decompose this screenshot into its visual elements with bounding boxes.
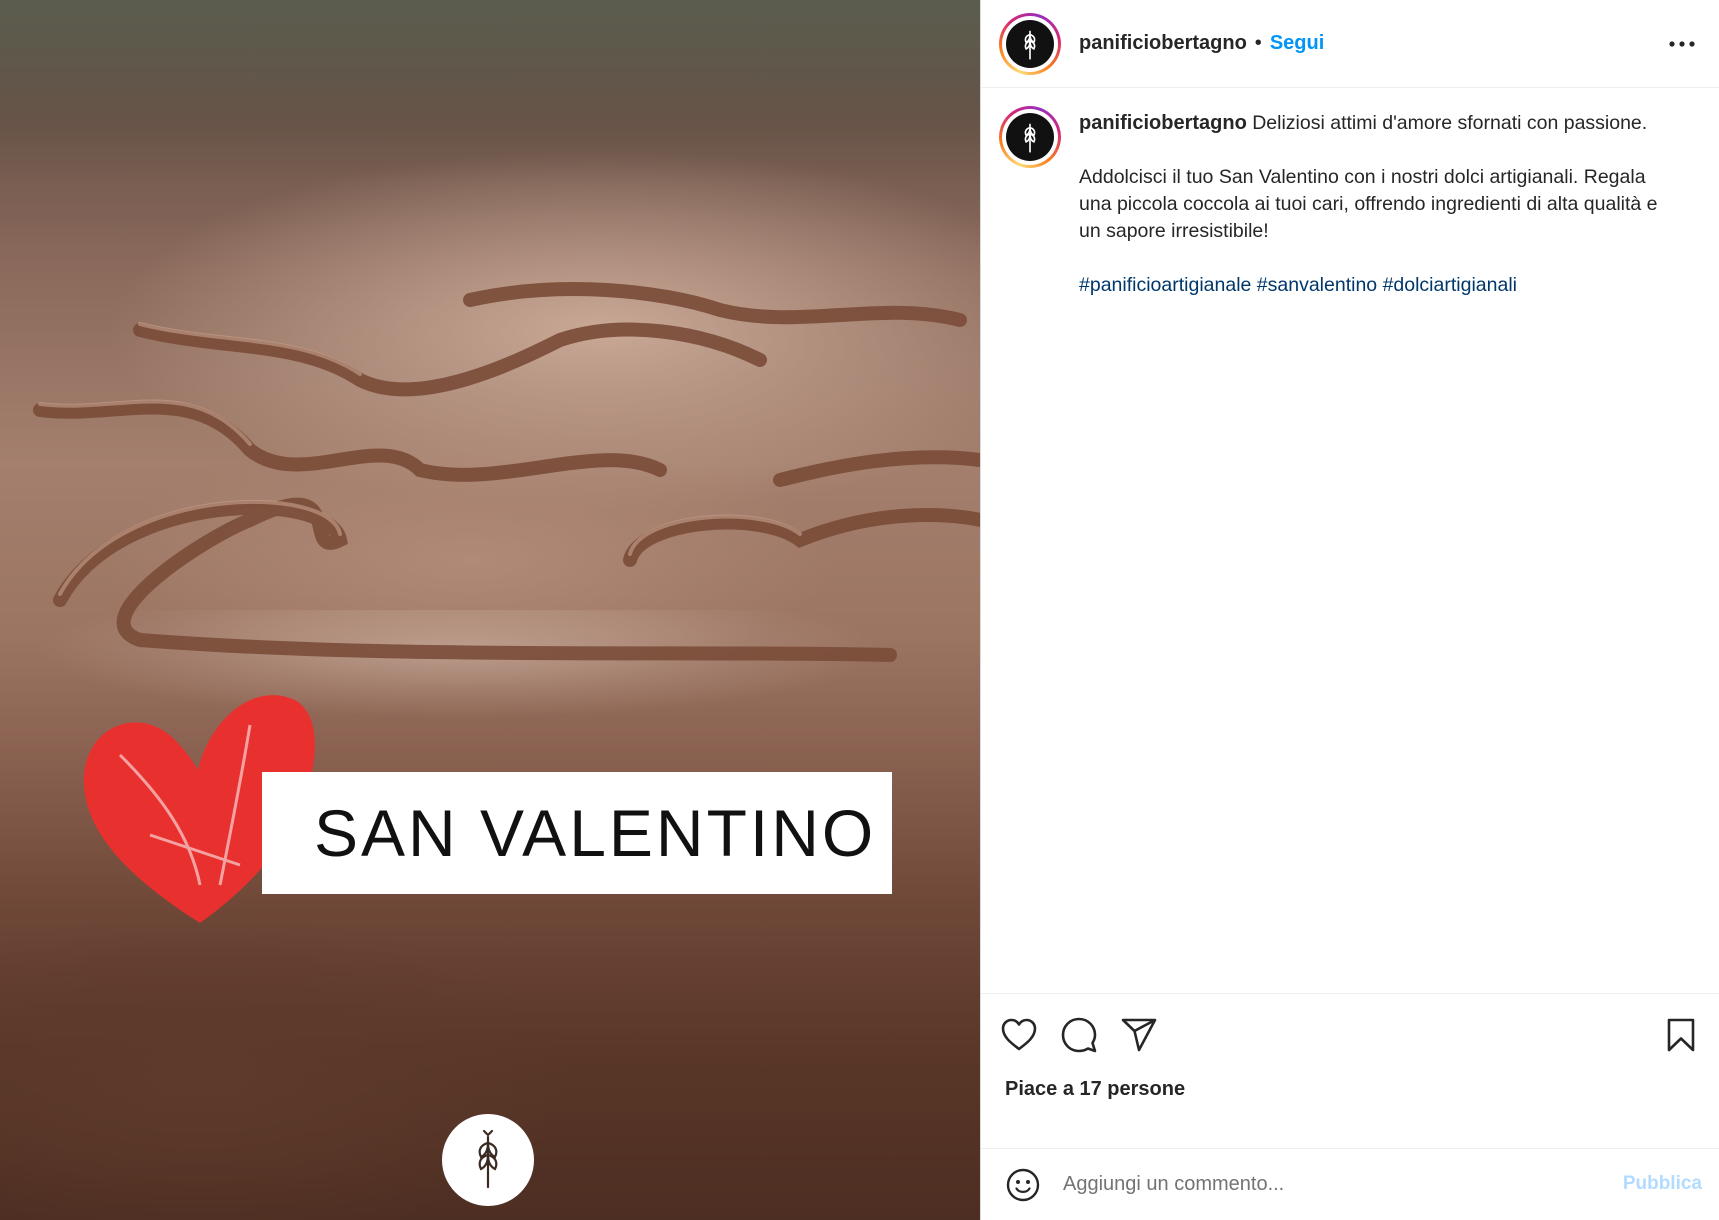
share-icon[interactable]: [1119, 1015, 1159, 1055]
hashtag-link[interactable]: #panificioartigianale: [1079, 274, 1251, 296]
post-details-panel: panificiobertagno • Segui panificioberta…: [980, 0, 1719, 1220]
more-options-icon[interactable]: [1666, 28, 1698, 60]
bookmark-icon[interactable]: [1661, 1015, 1701, 1055]
wheat-icon: [1024, 30, 1036, 60]
chocolate-writing-decoration: [33, 282, 980, 662]
comment-icon[interactable]: [1059, 1015, 1099, 1055]
follow-button[interactable]: Segui: [1270, 32, 1324, 55]
likes-count[interactable]: Piace a 17 persone: [1005, 1078, 1185, 1101]
post-header: panificiobertagno • Segui: [981, 0, 1719, 88]
wheat-icon: [478, 1129, 498, 1189]
san-valentino-label: SAN VALENTINO: [262, 772, 892, 894]
wheat-icon: [1024, 123, 1036, 153]
post-image[interactable]: SAN VALENTINO: [0, 0, 980, 1220]
hashtag-link[interactable]: #dolciartigianali: [1383, 274, 1517, 296]
avatar-logo: [1006, 19, 1054, 68]
emoji-icon[interactable]: [1003, 1165, 1043, 1205]
caption-text: panificiobertagno Deliziosi attimi d'amo…: [1079, 106, 1679, 326]
avatar-logo: [1006, 113, 1054, 161]
profile-avatar[interactable]: [999, 12, 1061, 75]
caption-avatar[interactable]: [999, 106, 1061, 168]
caption-username[interactable]: panificiobertagno: [1079, 112, 1247, 134]
bakery-logo: [442, 1114, 534, 1206]
heart-icon[interactable]: [999, 1015, 1039, 1055]
post-actions: Piace a 17 persone: [981, 993, 1719, 1148]
post-caption: panificiobertagno Deliziosi attimi d'amo…: [999, 106, 1699, 326]
header-username[interactable]: panificiobertagno: [1079, 32, 1247, 55]
publish-button[interactable]: Pubblica: [1623, 1173, 1702, 1195]
separator-dot: •: [1254, 32, 1262, 54]
caption-hashtags: #panificioartigianale #sanvalentino #dol…: [1079, 272, 1679, 299]
comment-input[interactable]: [1063, 1164, 1623, 1205]
caption-paragraph: Addolcisci il tuo San Valentino con i no…: [1079, 166, 1658, 242]
caption-line1: Deliziosi attimi d'amore sfornati con pa…: [1252, 112, 1648, 134]
hashtag-link[interactable]: #sanvalentino: [1257, 274, 1377, 296]
comment-bar: Pubblica: [981, 1148, 1719, 1220]
